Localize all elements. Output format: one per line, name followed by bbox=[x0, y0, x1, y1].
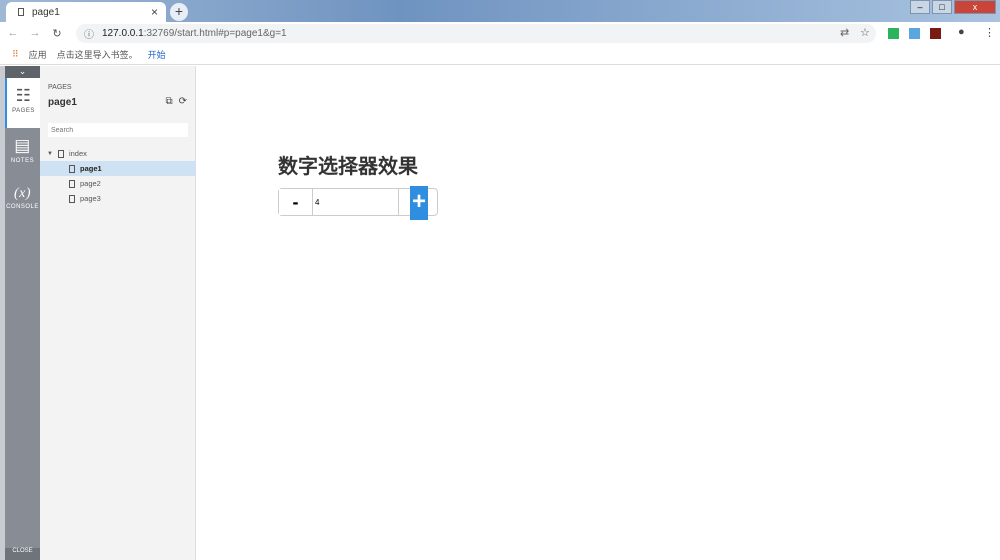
tab-close-button[interactable]: × bbox=[151, 5, 158, 19]
import-bookmarks-text: 点击这里导入书签。 bbox=[56, 49, 138, 60]
number-stepper: - + bbox=[278, 186, 438, 220]
tree-item-label: page1 bbox=[80, 164, 102, 173]
tree-item-label: index bbox=[68, 149, 87, 158]
page-icon bbox=[69, 179, 75, 188]
reload-icon[interactable]: ↻ bbox=[48, 27, 66, 40]
extension-green-icon[interactable] bbox=[888, 28, 899, 39]
back-icon[interactable]: ← bbox=[4, 27, 22, 39]
url-host: 127.0.0.1 bbox=[102, 28, 144, 39]
start-link[interactable]: 开始 bbox=[148, 48, 166, 61]
search-input[interactable] bbox=[48, 123, 188, 137]
apps-grid-icon[interactable]: ⠿ bbox=[12, 49, 19, 60]
minimize-button[interactable]: – bbox=[910, 0, 930, 14]
tree-item-page3[interactable]: page3 bbox=[40, 191, 196, 206]
export-icon[interactable]: ⧉ bbox=[165, 96, 172, 107]
info-icon: ⓘ bbox=[84, 30, 94, 41]
url-path: :32769/start.html#p=page1&g=1 bbox=[143, 28, 287, 39]
forward-icon[interactable]: → bbox=[26, 27, 44, 39]
close-button[interactable]: CLOSE bbox=[5, 548, 40, 560]
rail-item-pages[interactable]: ☷ PAGES bbox=[5, 78, 40, 128]
address-bar[interactable]: ⓘ 127.0.0.1:32769/start.html#p=page1&g=1 bbox=[76, 24, 876, 43]
rail-item-notes[interactable]: ▤ NOTES bbox=[5, 128, 40, 178]
rail-label: NOTES bbox=[10, 158, 35, 164]
page-icon bbox=[69, 194, 75, 203]
page-icon bbox=[57, 149, 64, 158]
locate-icon[interactable]: ⟳ bbox=[179, 96, 187, 107]
quantity-input[interactable] bbox=[313, 189, 399, 215]
tree-item-page2[interactable]: page2 bbox=[40, 176, 196, 191]
page-icon bbox=[69, 164, 75, 173]
browser-toolbar: ← → ↻ ⓘ 127.0.0.1:32769/start.html#p=pag… bbox=[0, 22, 1000, 44]
page-tree: ▼ index page1 page2 page3 bbox=[40, 146, 196, 206]
variable-icon: (x) bbox=[13, 186, 32, 201]
profile-icon[interactable]: ● bbox=[958, 26, 965, 38]
tree-item-label: page2 bbox=[80, 179, 101, 188]
sidebar-rail: ⌄ ☷ PAGES ▤ NOTES (x) CONSOLE CLOSE bbox=[5, 66, 40, 560]
collapse-chevron-icon[interactable]: ⌄ bbox=[5, 66, 40, 78]
tab-title: page1 bbox=[32, 6, 60, 18]
page-title: 数字选择器效果 bbox=[278, 156, 418, 178]
rail-item-console[interactable]: (x) CONSOLE bbox=[5, 178, 40, 228]
menu-icon[interactable]: ⋮ bbox=[984, 26, 995, 39]
pdf-extension-icon[interactable] bbox=[930, 28, 941, 39]
apps-link[interactable]: 应用 bbox=[29, 48, 47, 61]
bookmarks-bar: ⠿ 应用 点击这里导入书签。 开始 bbox=[0, 44, 1000, 65]
increment-button[interactable]: + bbox=[410, 186, 428, 220]
notes-icon: ▤ bbox=[14, 136, 31, 155]
tree-item-label: page3 bbox=[80, 194, 101, 203]
rail-label: CONSOLE bbox=[6, 204, 39, 210]
expand-triangle-icon[interactable]: ▼ bbox=[47, 151, 53, 157]
window-close-button[interactable]: x bbox=[954, 0, 996, 14]
extension-blue-icon[interactable] bbox=[909, 28, 920, 39]
star-icon[interactable]: ☆ bbox=[860, 26, 870, 39]
new-tab-button[interactable]: + bbox=[170, 3, 188, 21]
page-canvas: 数字选择器效果 - + bbox=[197, 66, 1000, 560]
panel-header: PAGES bbox=[48, 84, 72, 91]
rail-label: PAGES bbox=[12, 108, 35, 114]
decrement-button[interactable]: - bbox=[279, 189, 313, 215]
tree-item-index[interactable]: ▼ index bbox=[40, 146, 196, 161]
browser-tab[interactable]: page1 × bbox=[6, 2, 166, 22]
title-bar: page1 × + – □ x bbox=[0, 0, 1000, 22]
page-icon bbox=[18, 8, 24, 16]
tree-item-page1[interactable]: page1 bbox=[40, 161, 196, 176]
translate-icon[interactable]: ⇄ bbox=[840, 26, 849, 39]
current-page-name: page1 bbox=[48, 97, 77, 108]
pages-panel: PAGES page1 ⧉ ⟳ ▼ index page1 page2 page… bbox=[40, 66, 196, 560]
sitemap-icon: ☷ bbox=[15, 86, 32, 105]
maximize-button[interactable]: □ bbox=[932, 0, 952, 14]
